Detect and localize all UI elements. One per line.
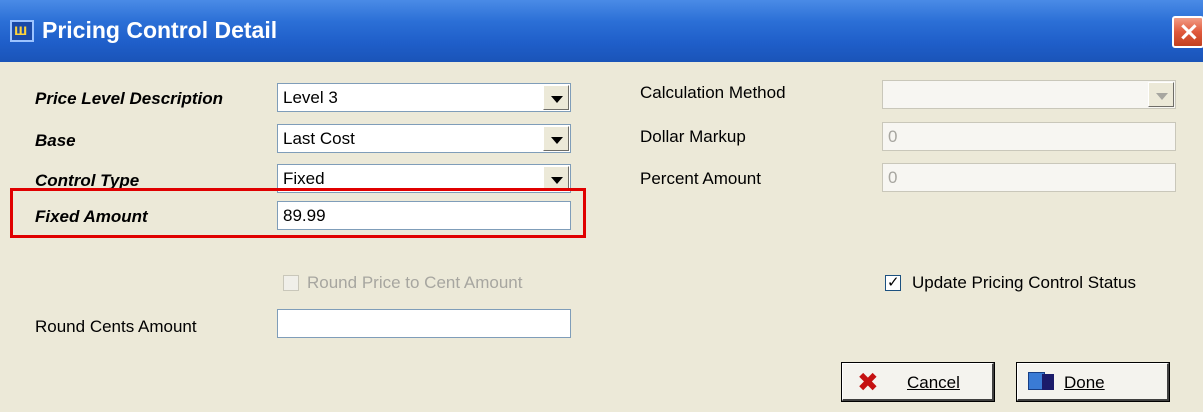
close-button[interactable]: × xyxy=(1172,16,1203,48)
dollar-markup-input[interactable]: 0 xyxy=(882,122,1176,151)
price-level-description-select[interactable]: Level 3 xyxy=(277,83,571,112)
chevron-down-icon xyxy=(1156,93,1168,100)
percent-amount-value: 0 xyxy=(888,168,898,187)
base-dropdown-button[interactable] xyxy=(543,126,569,151)
fixed-amount-label: Fixed Amount xyxy=(35,207,148,226)
done-button[interactable]: Done xyxy=(1016,362,1170,402)
exit-door-icon xyxy=(1028,372,1054,390)
base-select[interactable]: Last Cost xyxy=(277,124,571,153)
control-type-value: Fixed xyxy=(283,169,325,188)
base-value: Last Cost xyxy=(283,129,355,148)
calculation-method-label: Calculation Method xyxy=(640,83,786,102)
fixed-amount-input[interactable]: 89.99 xyxy=(277,201,571,230)
dollar-markup-label: Dollar Markup xyxy=(640,127,746,146)
round-price-label: Round Price to Cent Amount xyxy=(307,273,523,292)
base-label: Base xyxy=(35,131,76,150)
price-level-description-value: Level 3 xyxy=(283,88,338,107)
price-level-dropdown-button[interactable] xyxy=(543,85,569,110)
title-bar: ш Pricing Control Detail × xyxy=(0,0,1203,62)
red-x-icon: ✖ xyxy=(857,368,879,398)
checkmark-icon: ✓ xyxy=(887,273,900,291)
percent-amount-input[interactable]: 0 xyxy=(882,163,1176,192)
done-label: Done xyxy=(1064,373,1105,392)
pricing-control-detail-window: ш Pricing Control Detail × Price Level D… xyxy=(0,0,1203,412)
chevron-down-icon xyxy=(551,177,563,184)
cancel-button[interactable]: ✖ Cancel xyxy=(841,362,995,402)
close-icon: × xyxy=(1178,17,1200,47)
cancel-label: Cancel xyxy=(907,373,960,392)
app-icon: ш xyxy=(10,20,34,42)
calculation-method-dropdown-button[interactable] xyxy=(1148,82,1174,107)
update-status-checkbox[interactable]: ✓ xyxy=(885,273,901,291)
fixed-amount-value: 89.99 xyxy=(283,206,326,225)
calculation-method-select[interactable] xyxy=(882,80,1176,109)
price-level-description-label: Price Level Description xyxy=(35,89,224,108)
dollar-markup-value: 0 xyxy=(888,127,898,146)
round-cents-amount-input[interactable] xyxy=(277,309,571,338)
chevron-down-icon xyxy=(551,96,563,103)
round-cents-amount-label: Round Cents Amount xyxy=(35,317,197,336)
percent-amount-label: Percent Amount xyxy=(640,169,761,188)
update-status-label: Update Pricing Control Status xyxy=(912,273,1136,292)
round-price-checkbox[interactable] xyxy=(283,275,299,291)
window-title: Pricing Control Detail xyxy=(42,17,278,43)
chevron-down-icon xyxy=(551,137,563,144)
